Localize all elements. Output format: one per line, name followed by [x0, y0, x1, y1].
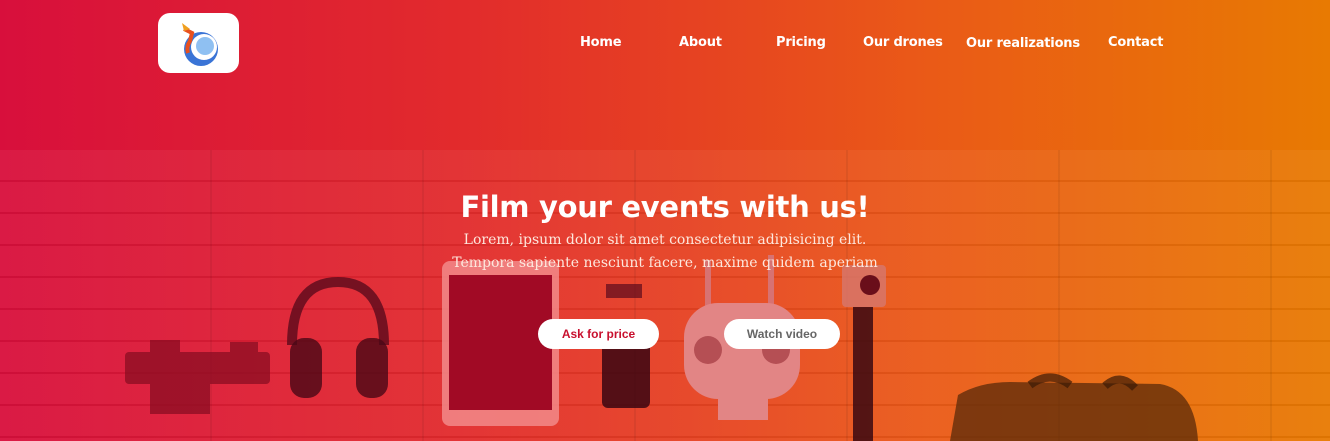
main-navigation: Home About Pricing Our drones Our realiz…: [0, 35, 1330, 55]
nav-link-about[interactable]: About: [679, 35, 722, 50]
hero-section: Home About Pricing Our drones Our realiz…: [0, 0, 1330, 441]
hero-subtitle: Lorem, ipsum dolor sit amet consectetur …: [452, 232, 878, 271]
watch-video-button[interactable]: Watch video: [724, 319, 840, 349]
nav-link-pricing[interactable]: Pricing: [776, 35, 826, 50]
nav-link-our-realizations[interactable]: Our realizations: [966, 36, 1080, 51]
hero-title: Film your events with us!: [460, 190, 870, 224]
nav-link-home[interactable]: Home: [580, 35, 622, 50]
ask-for-price-button[interactable]: Ask for price: [538, 319, 659, 349]
nav-link-our-drones[interactable]: Our drones: [863, 35, 943, 50]
nav-link-contact[interactable]: Contact: [1108, 35, 1163, 50]
